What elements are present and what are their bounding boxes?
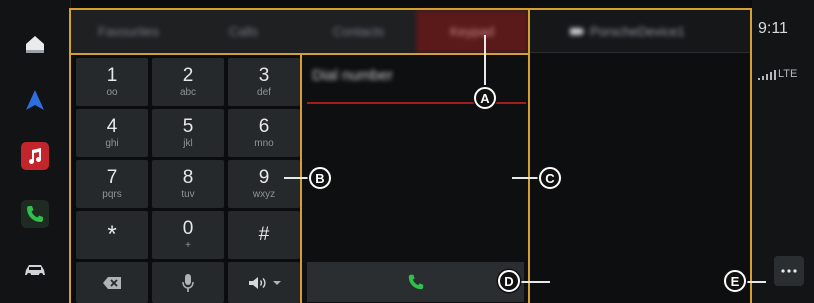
key-digit: # [258,224,270,245]
voice-input-button[interactable] [152,262,224,303]
key-digit: 3 [258,64,270,86]
ellipsis-icon [781,269,797,273]
key-7[interactable]: 7 pqrs [76,160,148,208]
key-1[interactable]: 1 oo [76,58,148,106]
network-type: LTE [778,68,798,80]
home-button[interactable] [21,30,49,58]
microphone-icon [182,273,194,292]
navigation-button[interactable] [21,86,49,114]
key-letters: mno [254,137,274,149]
tab-contacts[interactable]: Contacts [301,10,416,53]
key-letters: + [185,239,191,251]
device-name: PorscheDevice1 [590,23,685,39]
callout-e: E [724,270,746,292]
key-letters: tuv [181,188,195,200]
key-3[interactable]: 3 def [228,58,300,106]
app-sidebar [0,0,71,303]
contact-panel: PorscheDevice1 [530,0,750,303]
key-letters: def [257,86,271,98]
home-icon [26,36,44,53]
callout-c: C [539,167,561,189]
annotation-border [69,8,71,303]
key-0[interactable]: 0 + [152,211,224,259]
backspace-button[interactable] [76,262,148,303]
annotation-border [750,8,752,303]
network-status: LTE [758,68,797,80]
chevron-down-icon [272,280,281,285]
key-letters: ghi [105,137,119,149]
tab-keypad[interactable]: Keypad [416,10,528,53]
key-digit: 1 [106,64,118,86]
callout-leader [512,177,539,179]
callout-a: A [474,87,496,109]
music-button[interactable] [21,142,49,170]
phone-tab-bar: Favourites Calls Contacts Keypad [71,10,528,54]
clock: 9:11 [758,20,788,37]
key-digit: * [107,221,117,248]
speaker-icon [248,276,266,289]
key-digit: 2 [182,64,194,86]
phone-icon [27,206,43,222]
music-note-icon [29,148,42,164]
key-hash[interactable]: # [228,211,300,259]
car-icon [25,265,45,277]
key-letters: wxyz [252,188,276,200]
key-star[interactable]: * [76,211,148,259]
annotation-border [69,8,750,10]
key-letters: jkl [183,137,193,149]
key-8[interactable]: 8 tuv [152,160,224,208]
phone-icon [408,274,423,290]
key-digit: 9 [258,166,270,188]
more-options-button[interactable] [774,256,804,286]
key-4[interactable]: 4 ghi [76,109,148,157]
status-column: 9:11 LTE [752,0,814,303]
callout-leader [284,177,308,179]
device-header[interactable]: PorscheDevice1 [530,10,750,53]
callout-leader [746,281,766,283]
dial-keypad: 1 oo 2 abc 3 def 4 ghi 5 jkl 6 mno 7 pqr… [71,55,301,303]
callout-leader [520,281,550,283]
dialed-number-field[interactable]: Dial number [312,67,393,84]
tab-calls[interactable]: Calls [186,10,301,53]
voicemail-glyph: oo [106,86,118,98]
key-6[interactable]: 6 mno [228,109,300,157]
key-digit: 7 [106,166,118,188]
key-letters: pqrs [102,188,122,200]
signal-bars-icon [758,70,776,80]
tab-favourites[interactable]: Favourites [71,10,186,53]
backspace-icon [103,276,121,289]
phone-screen: Favourites Calls Contacts Keypad 1 oo 2 … [0,0,814,303]
callout-b: B [309,167,331,189]
key-2[interactable]: 2 abc [152,58,224,106]
device-indicator: PorscheDevice1 [570,24,685,39]
callout-leader [484,35,486,85]
navigation-arrow-icon [26,90,44,110]
car-button[interactable] [21,256,49,284]
key-letters: abc [179,86,197,98]
key-digit: 5 [182,115,194,137]
call-button[interactable] [307,262,524,302]
key-digit: 4 [106,115,118,137]
key-digit: 0 [182,217,194,239]
battery-icon [570,27,584,35]
key-digit: 6 [258,115,270,137]
phone-button[interactable] [21,200,49,228]
callout-d: D [498,270,520,292]
annotation-border [528,8,530,303]
audio-output-button[interactable] [228,262,300,303]
key-9[interactable]: 9 wxyz [228,160,300,208]
key-5[interactable]: 5 jkl [152,109,224,157]
key-digit: 8 [182,166,194,188]
